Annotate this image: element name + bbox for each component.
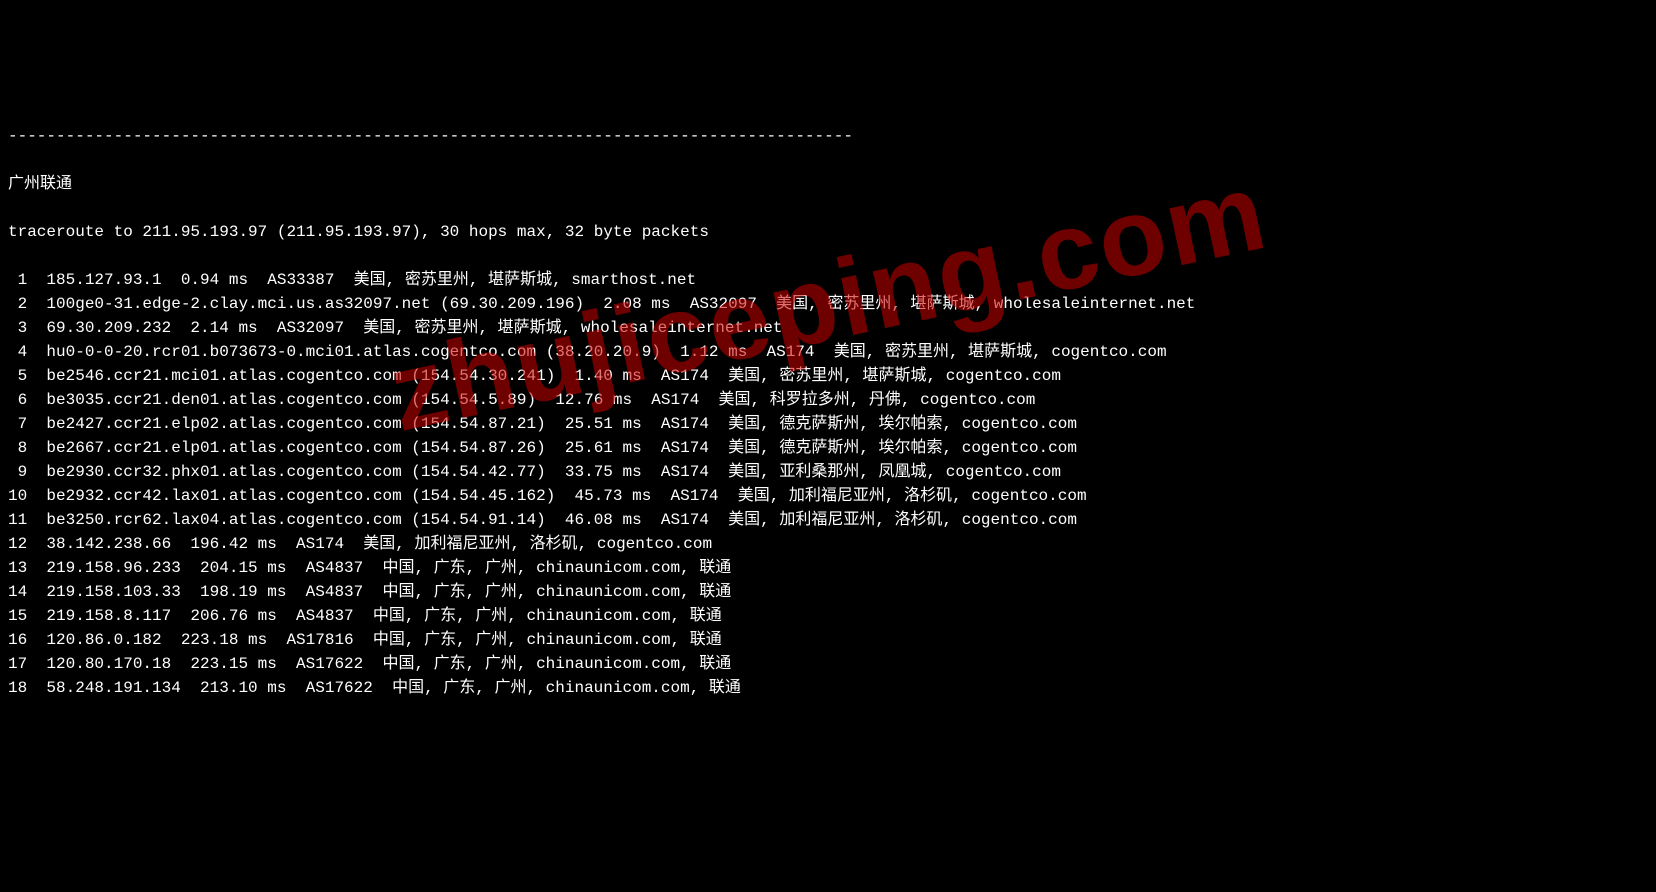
hop-line: 13 219.158.96.233 204.15 ms AS4837 中国, 广… xyxy=(8,556,1648,580)
hop-line: 16 120.86.0.182 223.18 ms AS17816 中国, 广东… xyxy=(8,628,1648,652)
hops-list: 1 185.127.93.1 0.94 ms AS33387 美国, 密苏里州,… xyxy=(8,268,1648,700)
trace-header: traceroute to 211.95.193.97 (211.95.193.… xyxy=(8,220,1648,244)
divider-line: ----------------------------------------… xyxy=(8,124,1648,148)
hop-line: 10 be2932.ccr42.lax01.atlas.cogentco.com… xyxy=(8,484,1648,508)
trace-title: 广州联通 xyxy=(8,172,1648,196)
hop-line: 6 be3035.ccr21.den01.atlas.cogentco.com … xyxy=(8,388,1648,412)
hop-line: 17 120.80.170.18 223.15 ms AS17622 中国, 广… xyxy=(8,652,1648,676)
hop-line: 14 219.158.103.33 198.19 ms AS4837 中国, 广… xyxy=(8,580,1648,604)
terminal-output: ----------------------------------------… xyxy=(8,100,1648,724)
hop-line: 1 185.127.93.1 0.94 ms AS33387 美国, 密苏里州,… xyxy=(8,268,1648,292)
hop-line: 18 58.248.191.134 213.10 ms AS17622 中国, … xyxy=(8,676,1648,700)
hop-line: 15 219.158.8.117 206.76 ms AS4837 中国, 广东… xyxy=(8,604,1648,628)
hop-line: 8 be2667.ccr21.elp01.atlas.cogentco.com … xyxy=(8,436,1648,460)
hop-line: 3 69.30.209.232 2.14 ms AS32097 美国, 密苏里州… xyxy=(8,316,1648,340)
hop-line: 7 be2427.ccr21.elp02.atlas.cogentco.com … xyxy=(8,412,1648,436)
hop-line: 4 hu0-0-0-20.rcr01.b073673-0.mci01.atlas… xyxy=(8,340,1648,364)
hop-line: 11 be3250.rcr62.lax04.atlas.cogentco.com… xyxy=(8,508,1648,532)
hop-line: 12 38.142.238.66 196.42 ms AS174 美国, 加利福… xyxy=(8,532,1648,556)
hop-line: 9 be2930.ccr32.phx01.atlas.cogentco.com … xyxy=(8,460,1648,484)
hop-line: 2 100ge0-31.edge-2.clay.mci.us.as32097.n… xyxy=(8,292,1648,316)
hop-line: 5 be2546.ccr21.mci01.atlas.cogentco.com … xyxy=(8,364,1648,388)
